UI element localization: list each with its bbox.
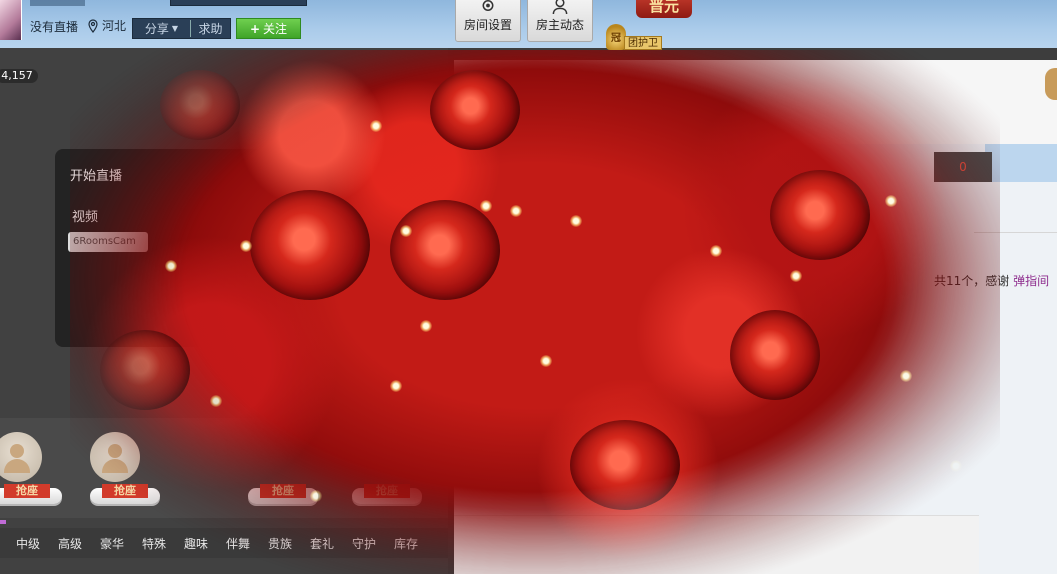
caret-down-icon: ▼: [171, 24, 179, 33]
count-badge: 0: [934, 152, 992, 182]
gear-icon: [482, 0, 494, 11]
seat-3[interactable]: 抢座: [248, 432, 338, 512]
grab-seat-label: 抢座: [364, 484, 410, 498]
chat-tab-strip: [985, 144, 1057, 182]
tab-gift-noble[interactable]: 贵族: [268, 535, 310, 552]
seat-plate: 抢座: [90, 484, 160, 504]
start-live-card: 开始直播 视频 6RoomsCam: [55, 149, 325, 347]
thanks-user-link[interactable]: 弹指间: [1013, 274, 1049, 288]
tab-gift-guard[interactable]: 守护: [352, 535, 394, 552]
seat-bar: 抢座 抢座 抢座 抢座: [0, 418, 448, 518]
location-pin-icon: [88, 18, 98, 33]
divider: [974, 232, 1057, 233]
scroll-indicator: [0, 520, 6, 524]
tab-gift-set[interactable]: 套礼: [310, 535, 352, 552]
top-bar: 没有直播 河北 分享 ▼ 求助 + 关注 房间设置 房主动态 晋元 冠 团护卫: [0, 0, 1057, 50]
seat-avatar-icon: [90, 432, 140, 482]
tab-gift-mid[interactable]: 中级: [16, 535, 58, 552]
location: 河北: [86, 17, 126, 34]
camera-select[interactable]: 6RoomsCam: [68, 232, 148, 252]
thanks-text: 共11个，感谢: [934, 274, 1010, 288]
seat-4[interactable]: 抢座: [352, 432, 442, 512]
video-label: 视频: [72, 210, 99, 225]
rank-flag: 晋元: [636, 0, 692, 18]
grab-seat-label: 抢座: [260, 484, 306, 498]
tab-gift-high[interactable]: 高级: [58, 535, 100, 552]
location-text: 河北: [102, 19, 127, 33]
chat-panel: 0 共11个，感谢 弹指间: [454, 60, 1057, 574]
user-icon: [552, 0, 568, 14]
room-settings-label: 房间设置: [463, 18, 512, 32]
plus-icon: +: [249, 21, 261, 36]
help-button[interactable]: 求助: [191, 20, 230, 37]
thanks-message: 共11个，感谢 弹指间: [934, 272, 1049, 289]
follow-button[interactable]: + 关注: [236, 18, 301, 39]
follow-label: 关注: [263, 22, 288, 36]
share-button[interactable]: 分享 ▼: [133, 20, 191, 37]
gift-tabs: 中级 高级 豪华 特殊 趣味 伴舞 贵族 套礼 守护 库存: [0, 528, 448, 558]
side-avatar[interactable]: [1045, 68, 1057, 100]
seat-plate: 抢座: [352, 484, 422, 504]
seat-2[interactable]: 抢座: [90, 432, 180, 512]
guard-label: 团护卫: [624, 36, 662, 50]
tab-gift-fun[interactable]: 趣味: [184, 535, 226, 552]
share-help-group: 分享 ▼ 求助: [132, 18, 231, 39]
chat-input-area[interactable]: [454, 515, 979, 574]
share-label: 分享: [144, 22, 169, 36]
chat-header: [454, 60, 1057, 144]
host-feed-label: 房主动态: [535, 18, 584, 32]
tab-gift-special[interactable]: 特殊: [142, 535, 184, 552]
tab-gift-dance[interactable]: 伴舞: [226, 535, 268, 552]
guard-badge[interactable]: 冠 团护卫: [606, 22, 662, 50]
seat-plate: 抢座: [0, 484, 62, 504]
room-settings-button[interactable]: 房间设置: [455, 0, 521, 42]
video-panel: 4,157 开始直播 视频 6RoomsCam 抢座 抢座 抢座 抢座 中级 高…: [0, 48, 448, 574]
live-status: 没有直播: [30, 20, 79, 34]
tab-gift-luxury[interactable]: 豪华: [100, 535, 142, 552]
host-name-strip: [30, 0, 140, 6]
host-avatar[interactable]: [0, 0, 22, 40]
start-live-title: 开始直播: [70, 169, 123, 184]
guard-medal-icon: 冠: [606, 24, 626, 50]
audience-count: 4,157: [0, 69, 38, 83]
grab-seat-label: 抢座: [102, 484, 148, 498]
level-bar: [170, 0, 307, 6]
seat-plate: 抢座: [248, 484, 318, 504]
tab-gift-inventory[interactable]: 库存: [394, 535, 436, 552]
seat-avatar-icon: [0, 432, 42, 482]
seat-1[interactable]: 抢座: [0, 432, 82, 512]
grab-seat-label: 抢座: [4, 484, 50, 498]
host-feed-button[interactable]: 房主动态: [527, 0, 593, 42]
